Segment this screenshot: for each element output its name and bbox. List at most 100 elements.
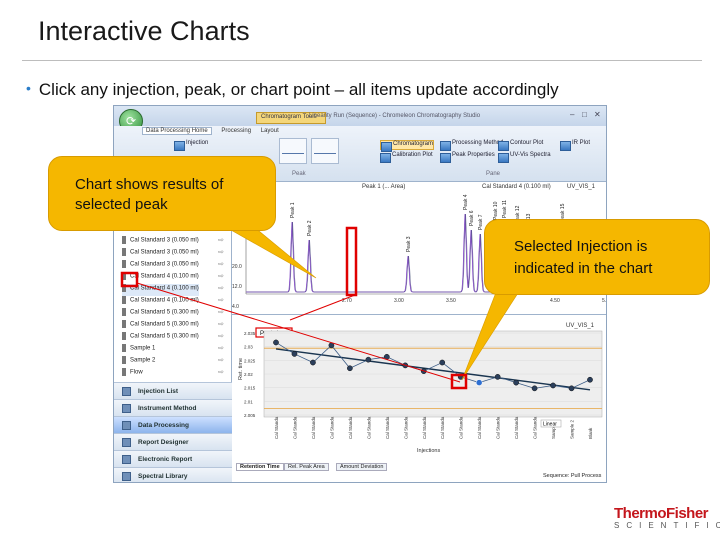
trend-point[interactable]	[439, 359, 446, 366]
trend-x-tick: Cal Standa	[292, 416, 297, 439]
trend-channel-header: UV_VIS_1	[566, 323, 595, 329]
trend-x-tick: Cal Standa	[366, 416, 371, 439]
trend-x-tick: Cal Standa	[422, 416, 427, 439]
chrom-peak-label[interactable]: Peak 4	[463, 194, 469, 210]
tab-retention-time[interactable]: Retention Time	[236, 463, 284, 471]
callout-injection: Selected Injection is indicated in the c…	[484, 219, 710, 295]
trend-point[interactable]	[347, 365, 353, 372]
trend-point[interactable]	[310, 359, 316, 366]
trend-y-tick: 2.015	[244, 386, 256, 391]
chrom-x-tick: 4.00	[498, 298, 508, 304]
trend-pane[interactable]: Peak 4 UV_VIS_1 Ret. time Injections 2.0…	[232, 315, 607, 483]
trend-point[interactable]	[420, 368, 427, 374]
chrom-x-tick: 3.00	[394, 298, 404, 304]
injection-row[interactable]: Cal Standard 5 (0.300 ml) ⇨	[122, 320, 224, 332]
trend-x-tick: Cal Standa	[533, 416, 538, 439]
trend-point[interactable]	[383, 353, 390, 360]
peak-properties-button[interactable]: Peak Properties	[440, 152, 495, 163]
calib-peak-button[interactable]	[279, 138, 307, 164]
nav-electronic-report[interactable]: Electronic Report	[114, 450, 232, 467]
maximize-icon[interactable]: □	[582, 110, 587, 119]
ir-plot-button[interactable]: IR Plot	[560, 140, 590, 151]
contour-plot-button[interactable]: Contour Plot	[498, 140, 543, 151]
trend-x-tick: Cal Standa	[274, 416, 279, 439]
nav-instrument-method[interactable]: Instrument Method	[114, 399, 232, 416]
thermofisher-logo: ThermoFisher SCIENTIFIC	[614, 505, 720, 530]
trend-x-tick: Cal Standa	[311, 416, 316, 439]
chromatogram-button[interactable]: Chromatogram	[380, 140, 435, 152]
chrom-peak-label[interactable]: Peak 2	[307, 220, 313, 236]
ribbon-group-peak: Peak	[292, 171, 306, 177]
trend-point[interactable]	[291, 351, 298, 357]
injection-row[interactable]: Sample 2 ⇨	[122, 356, 224, 368]
trend-y-tick: 2.02	[244, 372, 253, 377]
nav-report-designer[interactable]: Report Designer	[114, 433, 232, 450]
trend-y-tick: 2.005	[244, 413, 256, 418]
processing-method-button[interactable]: Processing Method	[440, 140, 503, 151]
minimize-icon[interactable]: –	[570, 110, 574, 119]
trend-x-tick: Blank	[588, 427, 593, 439]
tab-layout[interactable]: Layout	[261, 128, 279, 134]
logo-line2: SCIENTIFIC	[614, 521, 720, 530]
chrom-peak-label[interactable]: Peak 11	[502, 200, 508, 218]
injection-row[interactable]: Cal Standard 3 (0.050 ml) ⇨	[122, 248, 224, 260]
chrom-peak-label[interactable]: Peak 7	[478, 214, 484, 230]
chrom-x-tick: 3.50	[446, 298, 456, 304]
tab-data-processing-home[interactable]: Data Processing Home	[142, 127, 212, 135]
injection-row[interactable]: Sample 1 ⇨	[122, 344, 224, 356]
trend-point[interactable]	[587, 376, 593, 383]
calibration-plot-button[interactable]: Calibration Plot	[380, 152, 433, 163]
tab-rel-peak-area[interactable]: Rel. Peak Area	[284, 463, 329, 471]
trend-point[interactable]	[457, 374, 464, 380]
trend-point[interactable]	[494, 374, 501, 380]
injection-row[interactable]: Cal Standard 3 (0.050 ml) ⇨	[122, 236, 224, 248]
trend-x-tick: Cal Standa	[514, 416, 519, 439]
trend-point[interactable]	[531, 385, 538, 392]
trend-x-tick: Cal Standa	[348, 416, 353, 439]
trend-x-tick: Cal Standa	[440, 416, 445, 439]
chrom-y-tick: 20.0	[232, 264, 242, 270]
nav-spectral-library[interactable]: Spectral Library	[114, 467, 232, 482]
trend-point[interactable]	[273, 339, 279, 346]
nav-injection-list[interactable]: Injection List	[114, 382, 232, 399]
chrom-x-tick: 2.70	[342, 298, 352, 304]
trend-point-selected[interactable]	[475, 379, 483, 386]
chrom-peak-label[interactable]: Peak 1	[290, 202, 296, 218]
chrom-y-tick: 4.0	[232, 304, 239, 310]
status-sequence: Sequence: Pull Process	[543, 473, 602, 479]
injection-row[interactable]: Cal Standard 5 (0.300 ml) ⇨	[122, 332, 224, 344]
tab-processing[interactable]: Processing	[221, 128, 251, 134]
chrom-peak-label[interactable]: Peak 6	[469, 210, 475, 226]
window-titlebar: Chromatogram Tools Linearity Run (Sequen…	[114, 106, 606, 126]
trend-point[interactable]	[568, 385, 575, 392]
injection-row[interactable]: Cal Standard 5 (0.300 ml) ⇨	[122, 308, 224, 320]
injection-row-selected[interactable]: Cal Standard 4 (0.100 ml) ⇨	[122, 284, 224, 296]
contour-res-button[interactable]	[311, 138, 339, 164]
logo-line1: ThermoFisher	[614, 505, 709, 522]
uv-vis-spectra-button[interactable]: UV-Vis Spectra	[498, 152, 551, 163]
retention-trend-plot[interactable]: Peak 4 UV_VIS_1 Ret. time Injections 2.0…	[232, 315, 607, 483]
trend-point[interactable]	[513, 379, 519, 386]
chrom-peak-label[interactable]: Peak 3	[406, 236, 412, 252]
chrom-y-tick: 12.0	[232, 284, 242, 290]
bullet-text: Click any injection, peak, or chart poin…	[38, 80, 559, 99]
injection-row[interactable]: Cal Standard 4 (0.100 ml) ⇨	[122, 272, 224, 284]
injection-row[interactable]: Cal Standard 4 (0.100 ml) ⇨	[122, 296, 224, 308]
window-title: Linearity Run (Sequence) - Chromeleon Ch…	[309, 113, 481, 119]
close-icon[interactable]: ✕	[594, 110, 601, 119]
injection-button[interactable]: Injection	[174, 140, 208, 151]
injection-row[interactable]: Cal Standard 3 (0.050 ml) ⇨	[122, 260, 224, 272]
chrom-peak-label[interactable]: Peak 10	[493, 201, 499, 220]
injection-row[interactable]: Flow ⇨	[122, 368, 224, 380]
trend-point[interactable]	[328, 342, 335, 349]
trend-point[interactable]	[402, 362, 409, 369]
tab-amount-deviation[interactable]: Amount Deviation	[336, 463, 388, 471]
trend-point[interactable]	[550, 382, 556, 389]
title-divider	[22, 60, 702, 61]
trend-point[interactable]	[365, 356, 372, 363]
nav-data-processing[interactable]: Data Processing	[114, 416, 232, 433]
trend-x-tick: Cal Standa	[459, 416, 464, 439]
trend-x-tick: Cal Standa	[477, 416, 482, 439]
trend-x-tick: Sample 2	[570, 419, 575, 439]
trend-x-tick: Cal Standa	[403, 416, 408, 439]
